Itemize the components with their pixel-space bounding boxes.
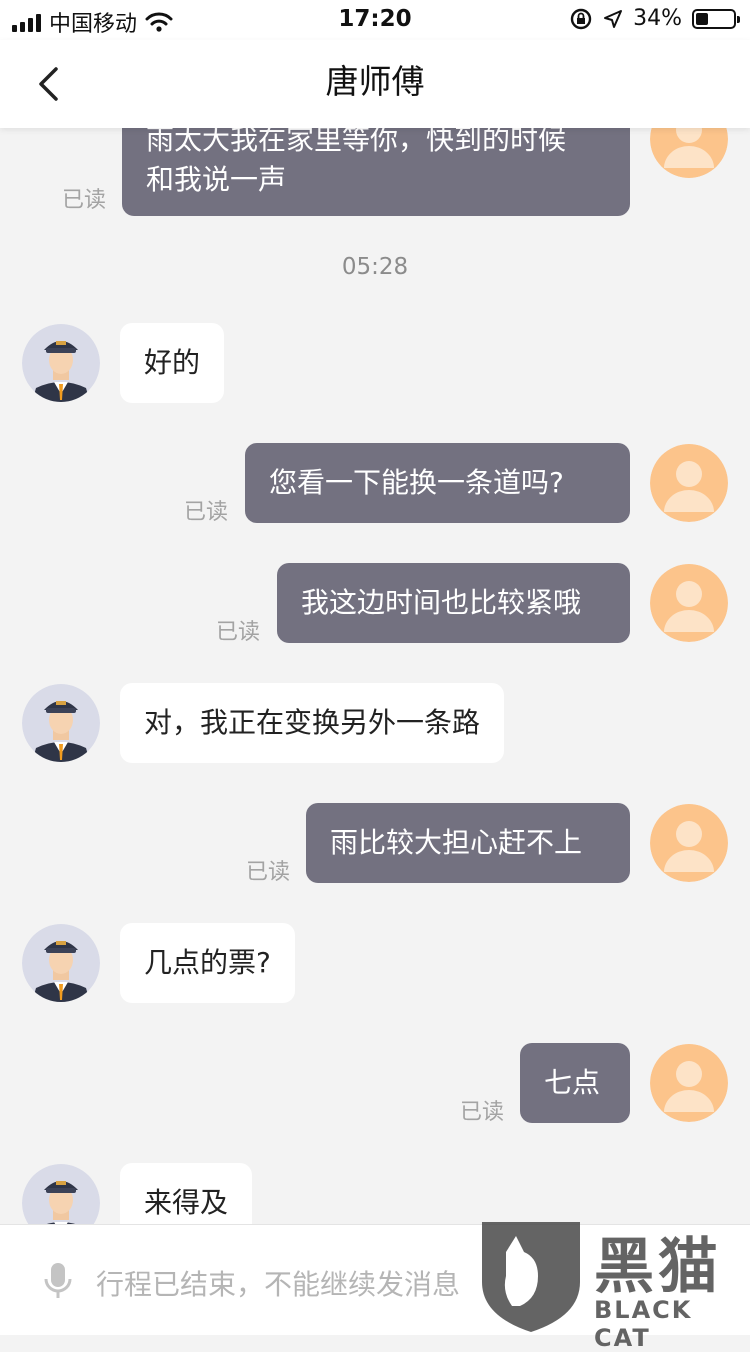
- message-bubble-sent[interactable]: 我这边时间也比较紧哦: [277, 563, 630, 643]
- read-receipt: 已读: [216, 620, 261, 645]
- user-avatar[interactable]: [650, 804, 728, 882]
- message-bubble-received[interactable]: 好的: [120, 323, 225, 403]
- battery-level: [696, 12, 709, 25]
- watermark: 黑猫 BLACK CAT: [476, 1212, 750, 1352]
- user-avatar[interactable]: [650, 1044, 728, 1122]
- message-text: 几点的票?: [144, 946, 271, 979]
- message-text: 我这边时间也比较紧哦: [301, 586, 582, 619]
- input-disabled-text: 行程已结束，不能继续发消息: [96, 1268, 461, 1301]
- message-text: 好的: [144, 346, 201, 379]
- message-bubble-sent[interactable]: 您看一下能换一条道吗?: [245, 443, 630, 523]
- black-cat-logo: [482, 1222, 580, 1332]
- chat-header: 唐师傅: [0, 40, 750, 128]
- voice-button: [42, 1261, 74, 1305]
- message-bubble-sent[interactable]: 雨比较大担心赶不上: [306, 803, 630, 883]
- microphone-icon: [44, 1263, 72, 1298]
- battery-percent: 34%: [633, 6, 682, 31]
- message-text: 来得及: [144, 1186, 229, 1219]
- read-receipt: 已读: [460, 1100, 505, 1125]
- driver-avatar[interactable]: [22, 324, 100, 402]
- driver-avatar[interactable]: [22, 924, 100, 1002]
- orientation-lock-icon: [570, 8, 592, 29]
- driver-avatar-icon: [22, 684, 100, 762]
- user-avatar-icon: [650, 1044, 728, 1122]
- read-receipt: 已读: [246, 860, 291, 885]
- message-bubble-received[interactable]: 几点的票?: [120, 923, 295, 1003]
- status-right: 34%: [569, 6, 740, 31]
- user-avatar[interactable]: [650, 564, 728, 642]
- message-text: 您看一下能换一条道吗?: [269, 466, 564, 499]
- read-receipt: 已读: [62, 188, 107, 213]
- message-list[interactable]: 雨太大我在家里等你，快到的时候 和我说一声 已读 05:28 好的 已读 您看一…: [0, 0, 750, 1334]
- message-text: 和我说一声: [146, 163, 287, 196]
- user-avatar-icon: [650, 444, 728, 522]
- message-text: 对，我正在变换另外一条路: [144, 706, 481, 739]
- page-title: 唐师傅: [325, 62, 425, 101]
- location-arrow-icon: [604, 9, 623, 28]
- message-text: 雨比较大担心赶不上: [330, 826, 583, 859]
- driver-avatar-icon: [22, 324, 100, 402]
- user-avatar[interactable]: [650, 444, 728, 522]
- message-bubble-sent[interactable]: 七点: [520, 1043, 630, 1123]
- battery-icon: [692, 8, 740, 29]
- watermark-text-cn: 黑猫: [594, 1232, 722, 1302]
- time-separator: 05:28: [341, 254, 409, 280]
- read-receipt: 已读: [184, 500, 229, 525]
- watermark-text-en: BLACK CAT: [594, 1296, 693, 1352]
- message-text: 七点: [544, 1066, 601, 1099]
- user-avatar-icon: [650, 804, 728, 882]
- user-avatar-icon: [650, 564, 728, 642]
- driver-avatar-icon: [22, 924, 100, 1002]
- status-bar: 中国移动 17:20 34%: [0, 0, 750, 40]
- driver-avatar[interactable]: [22, 684, 100, 762]
- message-bubble-received[interactable]: 对，我正在变换另外一条路: [120, 683, 505, 763]
